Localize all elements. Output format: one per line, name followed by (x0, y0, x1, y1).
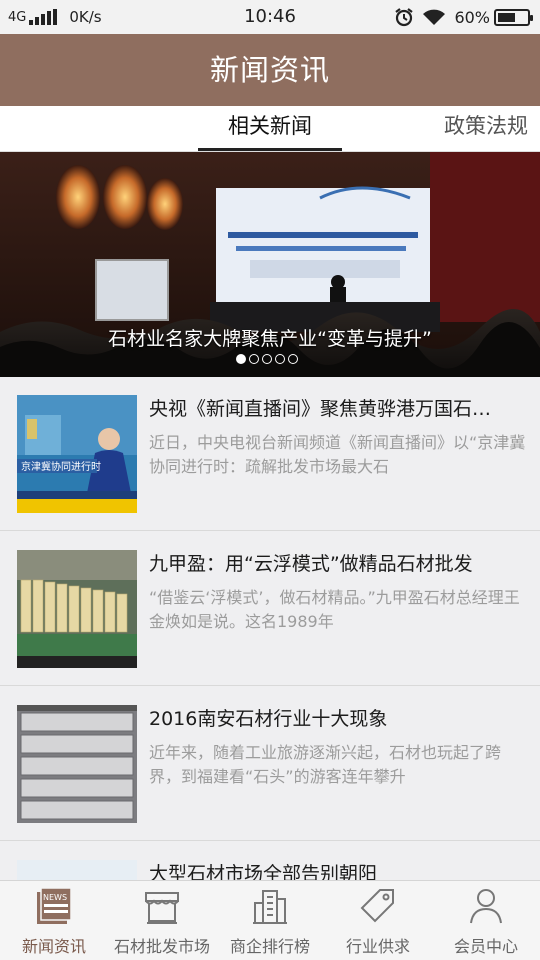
battery-icon (494, 8, 533, 26)
news-icon: NEWS (36, 887, 72, 925)
nav-label: 行业供求 (345, 937, 410, 956)
news-title[interactable]: 央视《新闻直播间》聚焦黄骅港万国石… (149, 395, 529, 423)
carousel-dot[interactable] (288, 354, 298, 364)
nav-label: 商企排行榜 (229, 937, 310, 956)
news-list: 京津冀协同进行时 央视《新闻直播间》聚焦黄骅港万国石… 近日，中央电视台新闻频道… (0, 377, 540, 880)
tab-bar: 相关新闻 政策法规 (0, 106, 540, 152)
wifi-icon (422, 8, 446, 26)
battery-level (498, 12, 515, 22)
carousel-dot[interactable] (249, 354, 259, 364)
svg-text:NEWS: NEWS (43, 893, 67, 902)
tab-policy-regulations[interactable]: 政策法规 (428, 106, 540, 151)
buildings-icon (252, 887, 288, 925)
carousel-dot[interactable] (262, 354, 272, 364)
tab-related-news[interactable]: 相关新闻 (198, 106, 342, 151)
nav-label: 石材批发市场 (113, 937, 210, 956)
nav-market[interactable]: 石材批发市场 (108, 881, 216, 960)
bottom-nav: NEWS 新闻资讯 石材批发市场 商企排行榜 行业供求 会员中心 (0, 880, 540, 960)
news-summary: 近年来，随着工业旅游逐渐兴起，石材也玩起了跨界，到福建看“石头”的游客连年攀升 (149, 743, 502, 786)
news-thumbnail: 京津冀协同进行时 (17, 395, 137, 513)
news-thumbnail (17, 550, 137, 668)
news-thumbnail (17, 860, 137, 880)
tag-icon (360, 887, 396, 925)
status-bar: 4G 0K/s 10:46 60% (0, 0, 540, 34)
news-item[interactable]: 京津冀协同进行时 央视《新闻直播间》聚焦黄骅港万国石… 近日，中央电视台新闻频道… (0, 377, 540, 531)
carousel-dot[interactable] (275, 354, 285, 364)
svg-text:京津冀协同进行时: 京津冀协同进行时 (21, 460, 101, 473)
nav-label: 会员中心 (453, 937, 518, 956)
nav-supply-demand[interactable]: 行业供求 (324, 881, 432, 960)
news-title[interactable]: 大型石材市场全部告别朝阳 (149, 860, 529, 880)
alarm-icon (394, 7, 414, 27)
nav-label: 新闻资讯 (21, 937, 86, 956)
news-summary: 近日，中央电视台新闻频道《新闻直播间》以“京津冀协同进行时：疏解批发市场最大石 (149, 433, 526, 476)
news-title[interactable]: 九甲盈：用“云浮模式”做精品石材批发 (149, 550, 529, 578)
news-title[interactable]: 2016南安石材行业十大现象 (149, 705, 529, 733)
nav-member[interactable]: 会员中心 (432, 881, 540, 960)
banner-carousel[interactable]: 石材业名家大牌聚焦产业“变革与提升” (0, 152, 540, 377)
carousel-indicator (236, 354, 301, 364)
page-title: 新闻资讯 (209, 53, 330, 87)
nav-ranking[interactable]: 商企排行榜 (216, 881, 324, 960)
battery-percent: 60% (454, 7, 490, 27)
carousel-dot[interactable] (236, 354, 246, 364)
nav-news[interactable]: NEWS 新闻资讯 (0, 881, 108, 960)
status-right: 60% (394, 7, 533, 27)
app-header: 新闻资讯 (0, 34, 540, 106)
news-item[interactable]: 九甲盈：用“云浮模式”做精品石材批发 “借鉴云‘浮模式’，做石材精品。”九甲盈石… (0, 532, 540, 686)
news-item[interactable]: 大型石材市场全部告别朝阳 (0, 842, 540, 880)
user-icon (468, 887, 504, 925)
news-thumbnail (17, 705, 137, 823)
news-summary: “借鉴云‘浮模式’，做石材精品。”九甲盈石材总经理王金焕如是说。这名1989年 (149, 588, 520, 631)
market-icon (144, 887, 180, 925)
banner-caption: 石材业名家大牌聚焦产业“变革与提升” (108, 328, 432, 350)
news-item[interactable]: 2016南安石材行业十大现象 近年来，随着工业旅游逐渐兴起，石材也玩起了跨界，到… (0, 687, 540, 841)
